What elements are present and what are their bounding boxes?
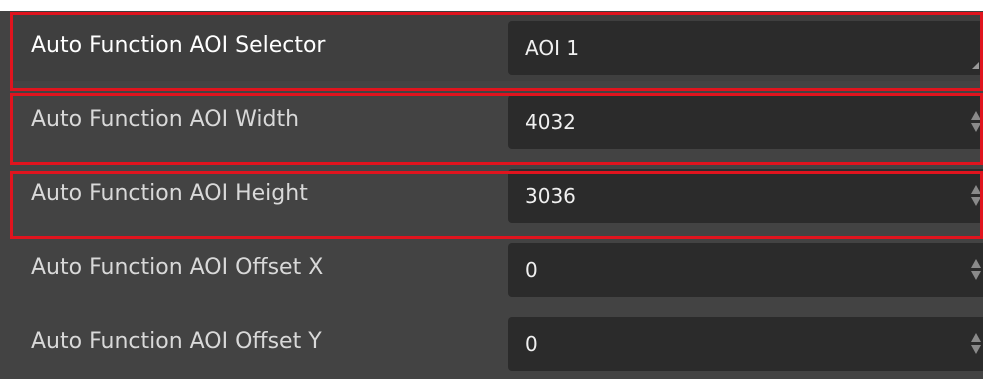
property-label-aoi-offset-y: Auto Function AOI Offset Y [31, 329, 322, 354]
property-row-aoi-offset-y[interactable]: Auto Function AOI Offset Y 0 [0, 307, 983, 377]
highlight-box-aoi-height [10, 171, 983, 239]
spin-up-arrow-icon[interactable] [971, 333, 981, 342]
property-label-aoi-offset-x: Auto Function AOI Offset X [31, 255, 324, 280]
aoi-offset-y-spinner[interactable] [971, 333, 981, 355]
spin-down-arrow-icon[interactable] [971, 345, 981, 354]
aoi-offset-y-value: 0 [525, 332, 538, 356]
spin-up-arrow-icon[interactable] [971, 259, 981, 268]
property-row-aoi-offset-x[interactable]: Auto Function AOI Offset X 0 [0, 233, 983, 303]
aoi-offset-y-input[interactable]: 0 [508, 317, 983, 371]
aoi-offset-x-input[interactable]: 0 [508, 243, 983, 297]
aoi-offset-x-value: 0 [525, 258, 538, 282]
highlight-box-aoi-selector [10, 12, 983, 91]
spin-down-arrow-icon[interactable] [971, 271, 981, 280]
aoi-offset-x-spinner[interactable] [971, 259, 981, 281]
highlight-box-aoi-width [10, 93, 983, 165]
